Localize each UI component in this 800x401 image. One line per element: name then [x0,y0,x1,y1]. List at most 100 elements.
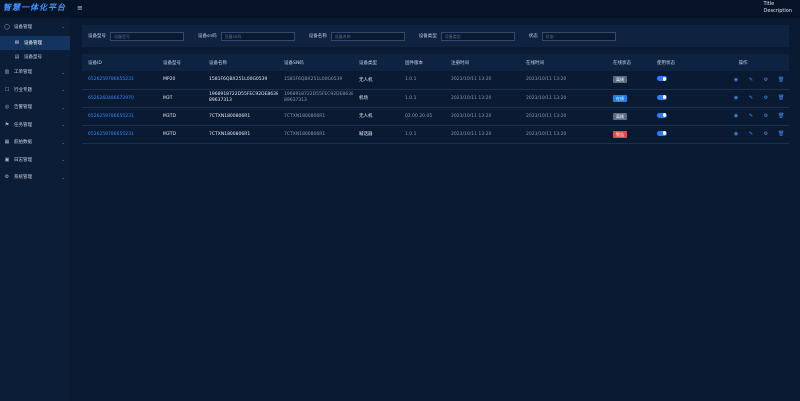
sidebar-item-3[interactable]: ▥ 工单管理 ⌄ [0,64,70,82]
eye-icon[interactable]: ◉ [733,77,739,83]
column-header: 固件版本 [399,54,445,71]
filter-input[interactable]: 设备名称 [330,31,405,41]
sidebar-item-7[interactable]: ▦ 航拍数据 ⌄ [0,134,70,152]
sidebar-item-icon: ⚑ [4,121,10,128]
app-logo: 智慧一体化平台 [3,3,66,12]
filter-label: 设备类型 [418,34,437,39]
actions-cell: ◉ ✎ ⚙ 🗑 [691,107,789,126]
online-status-cell: 离线 [607,71,651,90]
row-actions: ◉ ✎ ⚙ 🗑 [697,77,789,83]
edit-icon[interactable]: ✎ [748,95,754,101]
filter-input[interactable]: 状态 [541,31,616,41]
online-time: 2023/10/11 13:20 [520,107,607,126]
sidebar-item-label: 设备管理 [14,24,32,30]
main-content: 设备型号 设备型号 设备sn码 设备sn码 设备名称 设备名称 设备类型 设备类型 状态 状态 设… [82,25,789,395]
column-header: 设备型号 [157,54,203,71]
column-header: 操作 [691,54,789,71]
sidebar-item-icon: ▥ [4,69,10,76]
chevron-down-icon: ⌄ [61,174,65,180]
sidebar-item-label: 工单管理 [14,70,32,76]
column-header: 在线时间 [520,54,607,71]
sidebar-item-label: 日志管理 [14,157,32,163]
device-sn: 1581F6QBX251L00G0539 [278,71,353,90]
sidebar-item-5[interactable]: ◎ 告警管理 ⌄ [0,99,70,117]
menu-toggle-icon[interactable]: ≡ [77,4,83,12]
gear-icon[interactable]: ⚙ [763,113,769,119]
online-status-cell: 警告 [607,125,651,144]
filter-label: 设备名称 [308,34,327,39]
eye-icon[interactable]: ◉ [733,113,739,119]
eye-icon[interactable]: ◉ [733,95,739,101]
sidebar-item-label: 行业专题 [14,87,32,93]
register-time: 2023/10/11 13:20 [445,71,520,90]
column-header: 注册时间 [445,54,520,71]
use-status-toggle[interactable] [657,94,667,100]
column-header: 设备ID [82,54,157,71]
sidebar-item-2[interactable]: ▤ 设备型号 [0,50,70,64]
sidebar-item-label: 告警管理 [14,105,32,111]
sidebar-item-label: 设备型号 [24,54,42,60]
row-actions: ◉ ✎ ⚙ 🗑 [697,95,789,101]
sidebar-item-8[interactable]: ▣ 日志管理 ⌄ [0,151,70,169]
sidebar-item-icon: ▦ [4,139,10,146]
device-id-link[interactable]: 6526260486672970 [82,89,157,108]
sidebar-item-icon: ☐ [4,86,10,93]
use-status-toggle[interactable] [657,130,667,136]
device-sn: 1968918722D55FEC92DE8638 89637313 [278,89,353,108]
filter-input[interactable]: 设备类型 [440,31,515,41]
sidebar-item-4[interactable]: ☐ 行业专题 ⌄ [0,81,70,99]
filter-label: 设备sn码 [198,34,217,39]
use-status-toggle[interactable] [657,76,667,82]
edit-icon[interactable]: ✎ [748,77,754,83]
online-time: 2023/10/11 13:20 [520,89,607,108]
device-name: 7CTXN1800806R1 [203,125,278,144]
sidebar-item-9[interactable]: ⚙ 系统管理 ⌄ [0,169,70,187]
filter-input[interactable]: 设备sn码 [220,31,295,41]
online-status-cell: 在线 [607,89,651,108]
column-header: 使用状态 [651,54,691,71]
firmware-version: 02.00.20.05 [399,107,445,126]
trash-icon[interactable]: 🗑 [778,77,784,83]
sidebar-item-6[interactable]: ⚑ 任务管理 ⌄ [0,116,70,134]
online-time: 2023/10/11 13:20 [520,125,607,144]
device-id-link[interactable]: 6526259786655231 [82,71,157,90]
use-status-toggle[interactable] [657,112,667,118]
device-model: M3T [157,89,203,108]
filter-input[interactable]: 设备型号 [110,31,184,41]
top-bar: 智慧一体化平台 ≡ Title Description [0,0,800,18]
gear-icon[interactable]: ⚙ [763,95,769,101]
sidebar-item-icon: ⚙ [4,174,10,181]
table-row: 6526259786655231 MP20 1581F6QBX251L00G0539… [82,71,789,90]
device-id-link[interactable]: 6526259786655231 [82,107,157,126]
sidebar-item-0[interactable]: ◯ 设备管理 ⌄ [0,18,70,36]
chevron-down-icon: ⌄ [61,104,65,110]
edit-icon[interactable]: ✎ [748,131,754,137]
sidebar-item-icon: ◯ [4,23,10,30]
edit-icon[interactable]: ✎ [748,113,754,119]
status-badge: 离线 [613,76,627,84]
device-model: M3TD [157,125,203,144]
actions-cell: ◉ ✎ ⚙ 🗑 [691,71,789,90]
register-time: 2023/10/11 13:20 [445,125,520,144]
device-sn: 7CTXN1800806R1 [278,107,353,126]
device-name: 1581F6QBX251L00G0539 [203,71,278,90]
table-header-row: 设备ID 设备型号 设备名称 设备SN码 设备类型 固件版本 注册时间 在线时间 在线状态 使用状… [82,54,789,71]
sidebar-item-icon: ✉ [14,39,20,46]
gear-icon[interactable]: ⚙ [763,131,769,137]
device-type: 机场 [353,89,399,108]
eye-icon[interactable]: ◉ [733,131,739,137]
device-id-link[interactable]: 6526259786655231 [82,125,157,144]
device-name: 7CTXN1800806R1 [203,107,278,126]
table-row: 6526259786655231 M3TD 7CTXN1800806R1 7CTXN1… [82,125,789,144]
trash-icon[interactable]: 🗑 [778,113,784,119]
status-badge: 警告 [613,130,627,138]
status-badge: 在线 [613,94,627,102]
chevron-down-icon: ⌄ [61,139,65,145]
trash-icon[interactable]: 🗑 [778,131,784,137]
trash-icon[interactable]: 🗑 [778,95,784,101]
gear-icon[interactable]: ⚙ [763,77,769,83]
use-status-cell [651,125,691,144]
filter-group-0: 设备型号 设备型号 [88,31,184,41]
register-time: 2023/10/11 13:20 [445,89,520,108]
sidebar-item-1[interactable]: ✉ 设备管理 [0,35,70,50]
